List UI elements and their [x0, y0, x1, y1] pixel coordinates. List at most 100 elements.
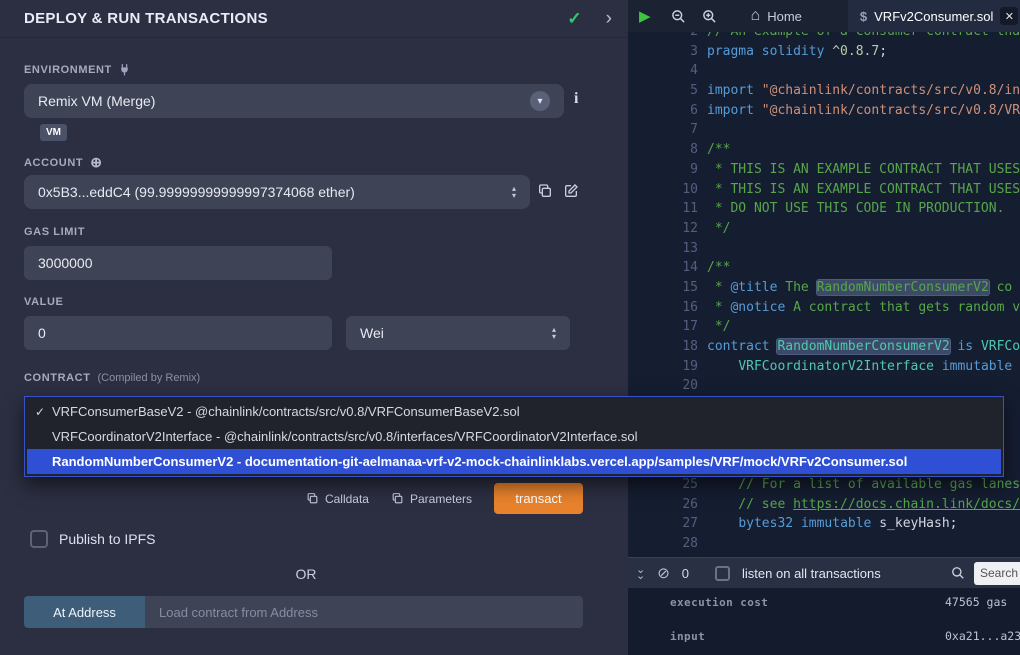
code-line: 18contract RandomNumberConsumerV2 is VRF… [628, 337, 1020, 357]
line-number: 10 [628, 180, 698, 200]
code-line: 3pragma solidity ^0.8.7; [628, 42, 1020, 62]
line-text: * THIS IS AN EXAMPLE CONTRACT THAT USES [707, 180, 1020, 200]
close-icon[interactable]: ✕ [1000, 7, 1018, 25]
line-number: 28 [628, 534, 698, 554]
line-text: * @notice A contract that gets random v [707, 298, 1020, 318]
contract-option[interactable]: RandomNumberConsumerV2 - documentation-g… [27, 449, 1001, 474]
code-line: 9 * THIS IS AN EXAMPLE CONTRACT THAT USE… [628, 160, 1020, 180]
at-address-input[interactable] [145, 596, 583, 628]
plus-circle-icon[interactable]: ⊕ [90, 154, 102, 171]
code-line: 4 [628, 61, 1020, 81]
line-number: 16 [628, 298, 698, 318]
publish-ipfs-label: Publish to IPFS [59, 531, 156, 547]
terminal-output: execution cost47565 gas input0xa21...a23e [628, 588, 1020, 655]
code-editor[interactable]: 2 // An example of a consumer contract th… [628, 32, 1020, 557]
home-icon: ⌂ [751, 8, 761, 24]
tab-vrfv2consumer[interactable]: $ VRFv2Consumer.sol ✕ [848, 0, 1020, 32]
terminal-row: execution cost47565 gas [628, 595, 1020, 609]
transact-button[interactable]: transact [494, 483, 583, 514]
value-unit: Wei [360, 325, 384, 341]
value-unit-select[interactable]: Wei ▴▾ [346, 316, 570, 350]
line-number: 12 [628, 219, 698, 239]
clipboard-icon [391, 492, 404, 505]
remix-ide: DEPLOY & RUN TRANSACTIONS ✓ › ENVIRONMEN… [0, 0, 1020, 655]
line-number: 17 [628, 317, 698, 337]
terminal-row-value: 47565 gas [945, 595, 1007, 609]
deploy-run-panel: DEPLOY & RUN TRANSACTIONS ✓ › ENVIRONMEN… [0, 0, 628, 655]
line-text: // An example of a consumer contract tha… [707, 32, 1020, 42]
code-line: 7 [628, 120, 1020, 140]
at-address-row: At Address [24, 596, 583, 628]
caret-updown-icon[interactable]: ▴▾ [552, 326, 556, 340]
value-input[interactable] [24, 316, 332, 350]
line-text: VRFCoordinatorV2Interface immutable [707, 357, 1020, 377]
line-number: 2 [628, 32, 698, 42]
chevron-down-icon[interactable]: ▾ [530, 91, 550, 111]
tab-home[interactable]: ⌂ Home [731, 0, 822, 32]
vm-badge: VM [40, 124, 67, 141]
account-label: ACCOUNT ⊕ [24, 154, 103, 171]
terminal-search [951, 562, 1020, 585]
line-number: 18 [628, 337, 698, 357]
code-line: 16 * @notice A contract that gets random… [628, 298, 1020, 318]
play-icon[interactable]: ▶ [639, 9, 651, 24]
at-address-button[interactable]: At Address [24, 596, 145, 628]
zoom-in-icon[interactable] [702, 9, 717, 24]
solidity-icon: $ [860, 9, 867, 24]
line-text: * THIS IS AN EXAMPLE CONTRACT THAT USES [707, 160, 1020, 180]
contract-dropdown: ✓VRFConsumerBaseV2 - @chainlink/contract… [24, 396, 1004, 477]
code-line: 8 /** [628, 140, 1020, 160]
gas-limit-label: GAS LIMIT [24, 226, 85, 238]
line-text: /** [707, 140, 730, 160]
code-line: 12 */ [628, 219, 1020, 239]
line-number: 7 [628, 120, 698, 140]
gas-limit-input[interactable] [24, 246, 332, 280]
contract-option-label: VRFConsumerBaseV2 - @chainlink/contracts… [52, 404, 520, 419]
code-line: 19 VRFCoordinatorV2Interface immutable [628, 357, 1020, 377]
publish-ipfs-checkbox[interactable] [30, 530, 48, 548]
caret-updown-icon[interactable]: ▴▾ [512, 185, 516, 199]
account-value: 0x5B3...eddC4 (99.99999999999997374068 e… [38, 184, 355, 200]
code-line: 25 // For a list of available gas lanes [628, 475, 1020, 495]
clear-console-icon[interactable]: ⊘ [657, 566, 670, 581]
copy-icon[interactable] [537, 183, 553, 199]
chevron-right-icon[interactable]: › [606, 9, 612, 28]
line-number: 13 [628, 239, 698, 259]
contract-label: CONTRACT (Compiled by Remix) [24, 372, 200, 384]
contract-option-label: VRFCoordinatorV2Interface - @chainlink/c… [52, 429, 637, 444]
contract-option-label: RandomNumberConsumerV2 - documentation-g… [52, 454, 907, 469]
line-number: 14 [628, 258, 698, 278]
parameters-button[interactable]: Parameters [391, 492, 472, 506]
listen-checkbox[interactable] [715, 566, 730, 581]
terminal-row-label: input [670, 630, 945, 643]
line-text: */ [707, 317, 730, 337]
deploy-actions: Calldata Parameters transact [24, 483, 583, 514]
contract-option[interactable]: ✓VRFConsumerBaseV2 - @chainlink/contract… [27, 399, 1001, 424]
check-icon: ✓ [35, 405, 52, 419]
line-number: 19 [628, 357, 698, 377]
terminal-row-value: 0xa21...a23e [945, 629, 1020, 643]
editor-tabbar: ▶ ⌂ Home $ VRFv2Consumer.sol ✕ [628, 0, 1020, 32]
contract-option[interactable]: VRFCoordinatorV2Interface - @chainlink/c… [27, 424, 1001, 449]
edit-icon[interactable] [563, 183, 579, 199]
code-line: 11 * DO NOT USE THIS CODE IN PRODUCTION. [628, 199, 1020, 219]
account-select[interactable]: 0x5B3...eddC4 (99.99999999999997374068 e… [24, 175, 530, 209]
clipboard-icon [306, 492, 319, 505]
search-icon [951, 566, 965, 580]
editor-panel: ▶ ⌂ Home $ VRFv2Consumer.sol ✕ [628, 0, 1020, 655]
code-line: 14/** [628, 258, 1020, 278]
environment-select[interactable]: Remix VM (Merge) ▾ [24, 84, 564, 118]
line-text: // see https://docs.chain.link/docs/ [707, 495, 1020, 515]
listen-label: listen on all transactions [742, 566, 881, 581]
expand-terminal-icon[interactable]: ⌄⌄ [636, 567, 645, 579]
info-icon[interactable]: i [574, 90, 578, 108]
code-line: 2 // An example of a consumer contract th… [628, 32, 1020, 42]
line-text: import "@chainlink/contracts/src/v0.8/in [707, 81, 1020, 101]
zoom-out-icon[interactable] [671, 9, 686, 24]
line-number: 8 [628, 140, 698, 160]
line-number: 9 [628, 160, 698, 180]
calldata-button[interactable]: Calldata [306, 492, 369, 506]
line-text: bytes32 immutable s_keyHash; [707, 514, 957, 534]
line-number: 26 [628, 495, 698, 515]
terminal-search-input[interactable] [974, 562, 1020, 585]
